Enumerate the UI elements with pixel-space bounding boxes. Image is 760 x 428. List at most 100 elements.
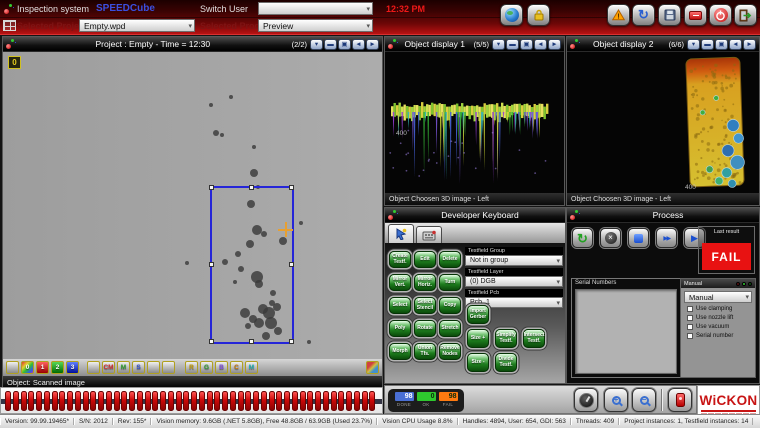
channel-button[interactable] — [87, 361, 100, 374]
next-icon-button[interactable]: ► — [548, 39, 561, 50]
dropdown-testfield-group[interactable]: Not in group▾ — [465, 255, 563, 266]
alarm-button[interactable] — [668, 388, 692, 412]
switch-user-dropdown[interactable]: ▾ — [258, 2, 373, 15]
snapshot-icon-button[interactable]: ▾ — [310, 39, 323, 50]
stop-button[interactable] — [628, 228, 649, 248]
layer-zero-chip[interactable]: 0 — [8, 56, 21, 69]
speedcube-app: Inspection system SPEEDCube Switch User … — [0, 0, 760, 428]
channel-button-s[interactable]: S — [132, 361, 145, 374]
palette-button[interactable] — [366, 361, 379, 374]
selection-handle[interactable] — [289, 185, 294, 190]
channel-button-m[interactable]: M — [117, 361, 130, 374]
kb-button-size-[interactable]: Size - — [467, 353, 489, 372]
fast-forward-button[interactable]: ▶▶ — [656, 228, 677, 248]
kb-button-select-stencil[interactable]: Select Stencil — [414, 297, 436, 314]
power-button[interactable] — [709, 4, 732, 26]
exit-button[interactable] — [734, 4, 757, 26]
kb-button-edit[interactable]: Edit — [414, 251, 436, 268]
channel-button-2[interactable]: 2 — [51, 361, 64, 374]
minimize-icon-button[interactable]: ▬ — [701, 39, 714, 50]
selection-handle[interactable] — [289, 262, 294, 267]
snapshot-icon-button[interactable]: ▾ — [492, 39, 505, 50]
mode-dropdown[interactable]: Manual ▾ — [684, 291, 752, 303]
kb-button-import-gerber[interactable]: Import Gerber — [467, 305, 489, 324]
prev-icon-button[interactable]: ◄ — [352, 39, 365, 50]
channel-button-g[interactable]: G — [200, 361, 213, 374]
kb-button-mirror-vert-[interactable]: Mirror Vert. — [389, 274, 411, 291]
dropdown-testfield-layer[interactable]: (0) DGB▾ — [465, 276, 563, 287]
power-icon — [714, 8, 728, 22]
checkbox-use-vacuum[interactable]: Use vacuum — [687, 324, 755, 330]
selection-handle[interactable] — [249, 339, 254, 344]
channel-button[interactable] — [162, 361, 175, 374]
channel-button-c[interactable]: C — [230, 361, 243, 374]
kb-button-poly[interactable]: Poly — [389, 320, 411, 337]
serial-numbers-list[interactable] — [575, 289, 677, 374]
kb-button-size-[interactable]: Size + — [467, 329, 489, 348]
kb-button-divide-testf-[interactable]: Divide Testf. — [495, 353, 517, 372]
selection-handle[interactable] — [209, 185, 214, 190]
kb-button-turn[interactable]: Turn — [439, 274, 461, 291]
display2-3d-view[interactable]: 400 — [567, 52, 759, 193]
kb-button-mirror-horiz-[interactable]: Mirror Horiz. — [414, 274, 436, 291]
kb-button-intersect-testf-[interactable]: Intersect Testf. — [523, 329, 545, 348]
window-icon-button[interactable]: ▣ — [715, 39, 728, 50]
channel-button-1[interactable]: 1 — [36, 361, 49, 374]
chevron-down-icon: ▾ — [556, 257, 560, 265]
kb-button-select[interactable]: Select — [389, 297, 411, 314]
minimize-icon-button[interactable]: ▬ — [506, 39, 519, 50]
cycle-button[interactable]: ↻ — [572, 228, 593, 248]
checkbox-serial-number[interactable]: Serial number — [687, 333, 755, 339]
minimize-icon-button[interactable]: ▬ — [324, 39, 337, 50]
zoom-in-button[interactable]: + — [604, 388, 628, 412]
selection-handle[interactable] — [209, 339, 214, 344]
save-button[interactable] — [658, 4, 681, 26]
zoom-out-button[interactable]: − — [632, 388, 656, 412]
channel-button-r[interactable]: R — [185, 361, 198, 374]
selection-handle[interactable] — [249, 185, 254, 190]
channel-button-3[interactable]: 3 — [66, 361, 79, 374]
kb-button-copy[interactable]: Copy — [439, 297, 461, 314]
kb-button-union-tfs-[interactable]: Union Tfs. — [414, 343, 436, 360]
keyboard-tabs — [385, 223, 565, 243]
window-icon-button[interactable]: ▣ — [338, 39, 351, 50]
checkbox-use-nozzle-lift[interactable]: Use nozzle lift — [687, 315, 755, 321]
kb-button-morph[interactable]: Morph — [389, 343, 411, 360]
kb-button-delete[interactable]: Delete — [439, 251, 461, 268]
minimize-button[interactable] — [684, 4, 707, 26]
channel-button-b[interactable]: B — [215, 361, 228, 374]
snapshot-icon-button[interactable]: ▾ — [687, 39, 700, 50]
kb-button-simplify-testf-[interactable]: Simplify Testf. — [495, 329, 517, 348]
window-icon-button[interactable]: ▣ — [520, 39, 533, 50]
channel-button[interactable] — [147, 361, 160, 374]
product-dropdown[interactable]: Preview ▾ — [258, 19, 373, 32]
project-dropdown[interactable]: Empty.wpd ▾ — [79, 19, 195, 32]
scanned-image-view[interactable]: 0 — [3, 52, 382, 359]
alerts-button[interactable]: ! — [607, 4, 630, 26]
refresh-button[interactable]: ↻ — [632, 4, 655, 26]
display1-3d-view[interactable]: 400 — [385, 52, 564, 193]
language-button[interactable] — [500, 4, 523, 26]
channel-button-0[interactable]: 0 — [21, 361, 34, 374]
cancel-button[interactable]: × — [600, 228, 621, 248]
timer-button[interactable] — [574, 388, 598, 412]
tab-keyboard[interactable] — [416, 226, 442, 243]
channel-button-m[interactable]: M — [245, 361, 258, 374]
channel-button[interactable] — [6, 361, 19, 374]
kb-button-remove-nodes[interactable]: Remove Nodes — [439, 343, 461, 360]
kb-button-stretch[interactable]: Stretch — [439, 320, 461, 337]
kb-button-rotate[interactable]: Rotate — [414, 320, 436, 337]
prev-icon-button[interactable]: ◄ — [534, 39, 547, 50]
selection-handle[interactable] — [209, 262, 214, 267]
next-icon-button[interactable]: ► — [366, 39, 379, 50]
next-icon-button[interactable]: ► — [743, 39, 756, 50]
prev-icon-button[interactable]: ◄ — [729, 39, 742, 50]
kb-button-create-testf-[interactable]: Create Testf. — [389, 251, 411, 268]
lock-button[interactable] — [527, 4, 550, 26]
channel-button-cm[interactable]: CM — [102, 361, 115, 374]
title-bar: Inspection system SPEEDCube Switch User … — [0, 0, 760, 35]
selection-handle[interactable] — [289, 339, 294, 344]
tab-pointer[interactable] — [388, 224, 414, 243]
selection-rect[interactable] — [210, 186, 294, 344]
checkbox-use-clamping[interactable]: Use clamping — [687, 306, 755, 312]
